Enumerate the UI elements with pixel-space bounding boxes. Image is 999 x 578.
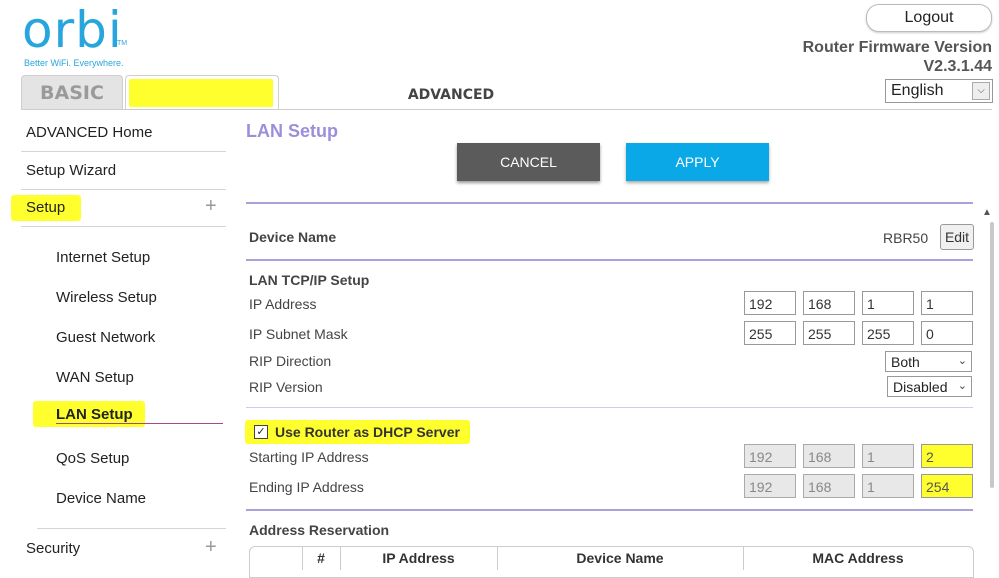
- tab-advanced[interactable]: ADVANCED: [125, 75, 494, 110]
- address-reservation-heading: Address Reservation: [249, 522, 390, 538]
- ip-octet-2[interactable]: 168: [803, 291, 855, 315]
- page-title: LAN Setup: [246, 121, 338, 141]
- lan-tcpip-heading: LAN TCP/IP Setup: [249, 272, 370, 288]
- tab-divider: [21, 109, 992, 110]
- firmware-label: Router Firmware Version: [802, 39, 992, 56]
- expand-plus-icon[interactable]: +: [205, 195, 217, 218]
- start-ip-octet-1: 192: [744, 444, 796, 468]
- chevron-down-icon: ⌄: [957, 380, 967, 392]
- edit-button[interactable]: Edit: [940, 224, 974, 250]
- subnet-octet-3[interactable]: 255: [862, 321, 914, 345]
- highlight-mark: [129, 79, 273, 107]
- chevron-down-icon: ⌄: [957, 355, 967, 367]
- scrollbar-thumb[interactable]: [990, 222, 994, 488]
- ip-octet-1[interactable]: 192: [744, 291, 796, 315]
- table-header-ip-address: IP Address: [382, 550, 455, 566]
- sidebar-item-setup[interactable]: Setup: [26, 199, 65, 216]
- scroll-up-icon[interactable]: ▲: [982, 207, 992, 218]
- ending-ip-label: Ending IP Address: [249, 479, 364, 495]
- sidebar-item-advanced-home[interactable]: ADVANCED Home: [26, 124, 152, 141]
- logout-button[interactable]: Logout: [866, 4, 992, 32]
- section-divider: [246, 407, 973, 408]
- start-ip-octet-2: 168: [803, 444, 855, 468]
- apply-button[interactable]: APPLY: [626, 143, 769, 181]
- starting-ip-label: Starting IP Address: [249, 449, 369, 465]
- rip-direction-select[interactable]: Both ⌄: [885, 351, 972, 372]
- section-divider: [246, 509, 973, 511]
- tab-basic[interactable]: BASIC: [21, 75, 123, 110]
- section-divider: [246, 259, 973, 261]
- rip-version-select[interactable]: Disabled ⌄: [887, 376, 972, 397]
- sidebar-divider: [37, 528, 226, 529]
- ip-octet-4[interactable]: 1: [921, 291, 973, 315]
- sidebar-item-guest-network[interactable]: Guest Network: [56, 329, 155, 346]
- sidebar-divider: [21, 189, 226, 190]
- end-ip-octet-4[interactable]: 254: [921, 474, 973, 498]
- sidebar-item-qos-setup[interactable]: QoS Setup: [56, 450, 129, 467]
- subnet-octet-2[interactable]: 255: [803, 321, 855, 345]
- logo-trademark: TM: [117, 40, 128, 47]
- sidebar-item-wan-setup[interactable]: WAN Setup: [56, 369, 134, 386]
- subnet-octet-4[interactable]: 0: [921, 321, 973, 345]
- subnet-mask-label: IP Subnet Mask: [249, 326, 348, 342]
- rip-version-label: RIP Version: [249, 379, 323, 395]
- table-header-device-name: Device Name: [576, 550, 664, 566]
- end-ip-octet-2: 168: [803, 474, 855, 498]
- dhcp-label: Use Router as DHCP Server: [275, 424, 460, 440]
- cancel-button[interactable]: CANCEL: [457, 143, 600, 181]
- end-ip-octet-3: 1: [862, 474, 914, 498]
- rip-version-value: Disabled: [893, 379, 948, 395]
- language-select[interactable]: English ⌵: [885, 79, 993, 103]
- chevron-down-icon: ⌵: [972, 82, 990, 100]
- section-divider: [246, 202, 973, 204]
- logo-tagline: Better WiFi. Everywhere.: [24, 58, 124, 68]
- sidebar-item-device-name[interactable]: Device Name: [56, 490, 146, 507]
- start-ip-octet-4[interactable]: 2: [921, 444, 973, 468]
- ip-address-label: IP Address: [249, 296, 317, 312]
- rip-direction-label: RIP Direction: [249, 353, 332, 369]
- device-name-label: Device Name: [249, 229, 337, 245]
- firmware-version: V2.3.1.44: [923, 58, 993, 75]
- sidebar-divider: [21, 226, 226, 227]
- sidebar-item-internet-setup[interactable]: Internet Setup: [56, 249, 150, 266]
- sidebar-divider: [21, 151, 226, 152]
- tab-advanced-label: ADVANCED: [407, 87, 495, 103]
- device-name-value: RBR50: [883, 230, 929, 246]
- active-underline: [56, 423, 223, 424]
- dhcp-checkbox[interactable]: ✓: [254, 425, 268, 439]
- language-value: English: [891, 82, 944, 99]
- subnet-octet-1[interactable]: 255: [744, 321, 796, 345]
- orbi-logo: orbi: [22, 1, 123, 59]
- end-ip-octet-1: 192: [744, 474, 796, 498]
- table-header-mac-address: MAC Address: [812, 550, 904, 566]
- sidebar-item-wireless-setup[interactable]: Wireless Setup: [56, 289, 157, 306]
- expand-plus-icon[interactable]: +: [205, 536, 217, 559]
- sidebar-item-lan-setup[interactable]: LAN Setup: [56, 406, 133, 423]
- ip-octet-3[interactable]: 1: [862, 291, 914, 315]
- start-ip-octet-3: 1: [862, 444, 914, 468]
- rip-direction-value: Both: [891, 354, 920, 370]
- table-header-index: #: [317, 550, 325, 566]
- sidebar-item-setup-wizard[interactable]: Setup Wizard: [26, 162, 116, 179]
- sidebar-item-security[interactable]: Security: [26, 540, 80, 557]
